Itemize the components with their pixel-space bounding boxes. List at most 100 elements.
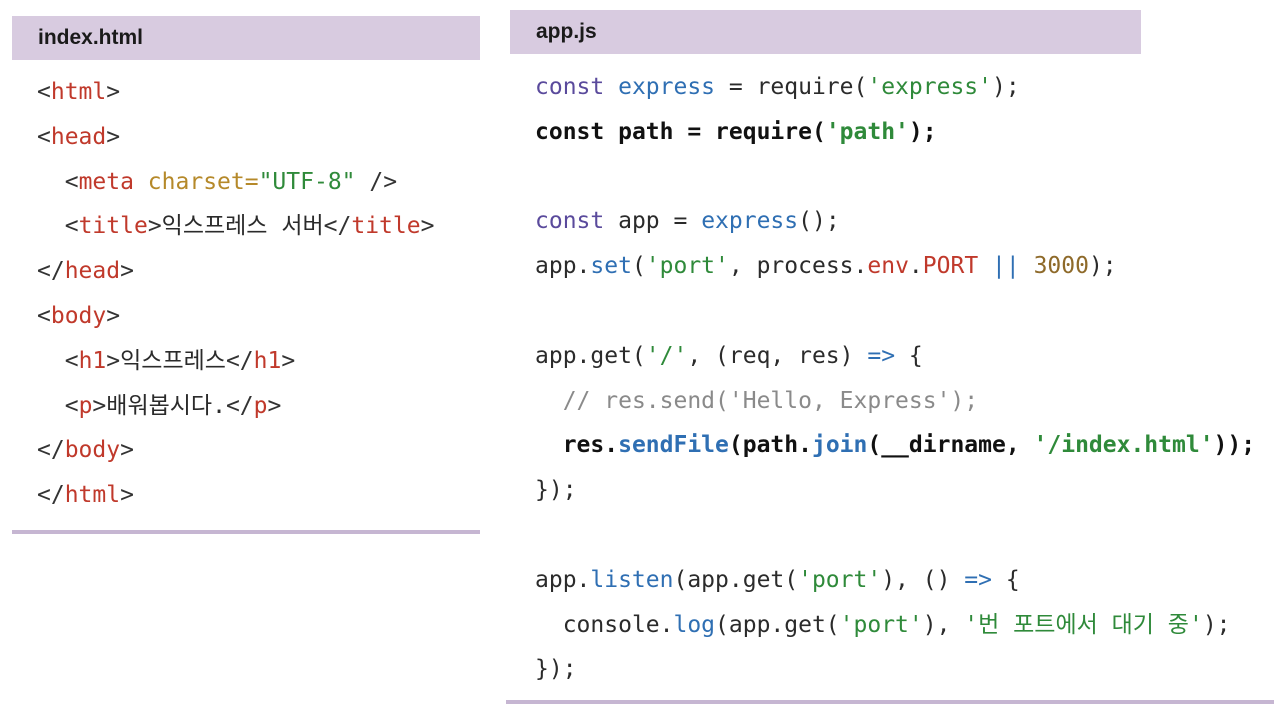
code-token: 'path' [825,118,909,145]
code-token: html [50,79,107,105]
code-token: { [895,342,923,369]
code-line: const app = express(); [535,199,1255,244]
code-token: (app.get( [673,566,799,593]
code-token: p [253,392,268,419]
code-token: join [811,432,868,459]
code-token: express [701,208,799,235]
code-token: > [281,347,296,374]
code-line: app.get('/', (req, res) => { [535,334,1255,379]
code-token: ); [991,74,1020,100]
code-line: const path = require('path'); [535,110,1255,155]
code-token: const [535,74,605,100]
code-token: 'port' [798,566,882,593]
code-line: // res.send('Hello, Express'); [535,379,1255,424]
code-token: (app.get( [715,611,840,638]
code-token: meta [78,168,134,195]
code-token: </ [37,258,65,285]
code-line: </html> [37,473,434,518]
code-token: > [120,437,134,464]
code-line: </body> [37,428,434,473]
code-token: express [604,74,716,100]
code-token: => [964,566,992,593]
code-token: </ [225,347,254,374]
code-token: PORT [922,253,979,280]
code-token: 익스프레스 [120,347,226,374]
code-token: ); [908,118,937,145]
code-token: , (req, res) [687,342,868,369]
code-token: > [106,302,121,329]
code-token: < [37,302,51,329]
code-line: <head> [37,115,434,160]
code-line: <meta charset="UTF-8" /> [37,160,434,205]
code-token: 배워봅시다. [106,392,226,419]
code-line: console.log(app.get('port'), '번 포트에서 대기 … [535,603,1255,648]
code-token: = require( [715,74,868,100]
code-token: 'express' [867,74,992,100]
code-token: set [590,253,632,280]
code-token: . [908,253,923,280]
code-token: (); [798,208,840,235]
index-html-title: index.html [38,26,144,49]
code-token: > [267,392,282,419]
code-token: const [535,118,605,145]
code-line: <title>익스프레스 서버</title> [37,204,435,249]
code-token: > [120,482,134,509]
code-token: app.get( [535,342,646,369]
code-token: ), () [881,566,965,593]
code-token: console. [562,611,674,638]
code-token: < [64,168,79,195]
code-token: < [64,213,79,240]
code-token: head [64,258,121,285]
code-token: p [78,392,93,419]
index-html-code: <html> <head> <meta charset="UTF-8" /> <t… [37,70,434,518]
code-token: </ [37,482,65,509]
code-token: > [120,258,134,285]
code-line: const express = require('express'); [535,65,1255,110]
code-token: html [64,482,121,509]
code-token: '번 포트에서 대기 중' [964,611,1203,638]
code-line: <body> [37,294,434,339]
code-token: }); [535,656,577,683]
code-line: res.sendFile(path.join(__dirname, '/inde… [535,423,1255,468]
code-token: < [64,347,79,374]
code-token: 'port' [839,611,923,638]
code-token: app. [535,253,591,280]
code-token: '/' [645,342,688,369]
code-token: || [978,253,1034,280]
code-line: <html> [37,70,434,115]
code-token: (__dirname, [867,432,1034,459]
app-js-code: const express = require('express'); const… [535,65,1255,692]
code-token: ), [922,611,965,638]
code-token: title [351,213,421,240]
code-line: }); [535,468,1255,513]
code-token: 3000 [1033,253,1089,280]
code-token: ); [1202,611,1231,638]
code-token: )); [1213,432,1256,459]
app-js-bottom-rule [506,700,1274,704]
code-token: </ [225,392,254,419]
code-line: <p>배워봅시다.</p> [37,384,434,429]
code-token: </ [37,437,65,464]
code-token: charset= [133,168,259,195]
code-token: > [147,213,162,240]
code-token: '/index.html' [1033,432,1214,459]
code-token: h1 [78,347,107,374]
code-line: app.listen(app.get('port'), () => { [535,558,1255,603]
index-html-header: index.html [12,16,480,60]
code-line: }); [535,647,1255,692]
code-token: "UTF-8" [258,168,356,195]
code-token: </ [323,213,352,240]
code-token: /> [355,168,398,195]
code-line: app.set('port', process.env.PORT || 3000… [535,244,1255,289]
code-token: const [535,208,605,235]
code-token: head [50,123,107,150]
code-token: body [50,302,107,329]
code-token: path = require( [604,118,826,145]
code-token: // res.send('Hello, Express'); [562,387,979,414]
code-token: < [37,79,51,105]
code-token: < [64,392,79,419]
code-token: }); [535,477,577,504]
code-line: <h1>익스프레스</h1> [37,339,434,384]
